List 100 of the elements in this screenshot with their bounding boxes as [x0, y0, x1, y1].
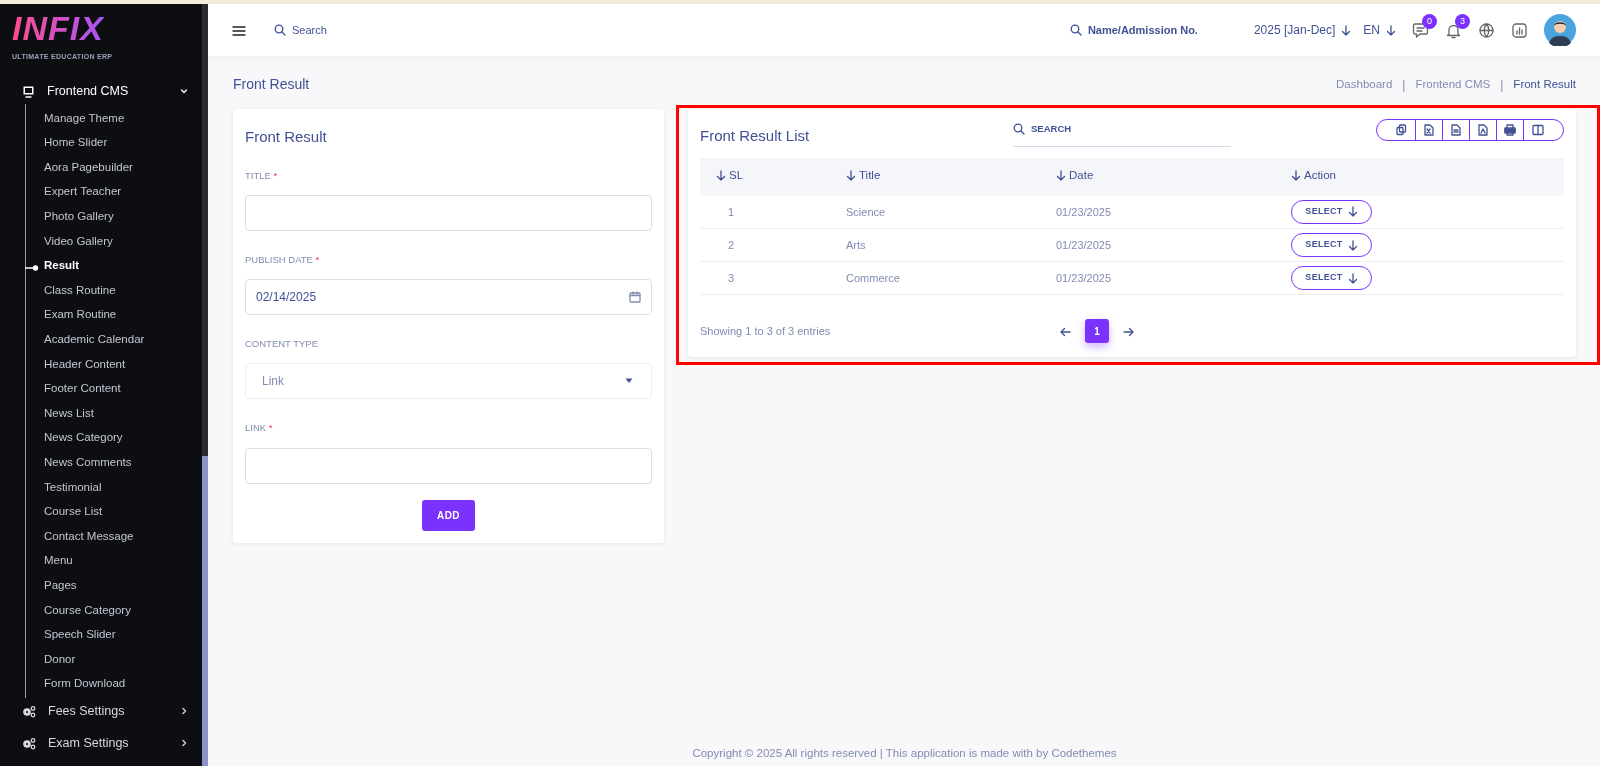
table-search-field[interactable]: SEARCH — [1013, 119, 1231, 148]
sort-arrow-icon — [716, 169, 726, 181]
active-marker-icon — [25, 265, 39, 272]
dropdown-caret-icon — [625, 378, 633, 385]
required-mark: * — [273, 169, 278, 181]
add-button[interactable]: ADD — [422, 499, 475, 531]
sidebar-item[interactable]: Exam Routine — [26, 302, 202, 328]
select-button[interactable]: SELECT — [1291, 233, 1372, 257]
table-info: Showing 1 to 3 of 3 entries — [700, 323, 832, 339]
sidebar-item[interactable]: Pages — [26, 573, 202, 598]
table-cell: Commerce — [846, 271, 900, 284]
chat-icon[interactable] — [1412, 22, 1429, 40]
monitor-icon — [22, 84, 35, 98]
avatar-icon[interactable] — [1544, 14, 1576, 46]
column-header[interactable]: SL — [716, 166, 744, 185]
arrow-left-icon — [1060, 326, 1071, 337]
sidebar-item[interactable]: Contact Message — [26, 524, 202, 549]
sidebar-item[interactable]: Academic Calendar — [26, 327, 202, 352]
text-field[interactable] — [245, 447, 652, 484]
breadcrumb-link[interactable]: Front Result — [1513, 75, 1576, 94]
scrollbar[interactable] — [202, 4, 208, 766]
sidebar-item[interactable]: News Comments — [26, 450, 202, 475]
table-cell: Arts — [846, 238, 866, 251]
chevron-right-icon — [180, 739, 188, 748]
table-cell: 01/23/2025 — [1056, 238, 1112, 251]
page-title: Front Result — [233, 75, 310, 94]
chart-icon[interactable] — [1511, 22, 1528, 40]
sidebar-item[interactable]: Home Slider — [26, 130, 202, 156]
sort-arrow-icon — [1056, 169, 1066, 181]
count-badge: 0 — [1422, 13, 1437, 29]
select-button[interactable]: SELECT — [1291, 199, 1372, 224]
column-header[interactable]: Action — [1291, 166, 1336, 185]
field-value: 02/14/2025 — [256, 289, 317, 306]
page-button[interactable]: 1 — [1085, 319, 1109, 343]
table-cell: Science — [846, 205, 886, 218]
required-mark: * — [315, 253, 320, 265]
field-label: TITLE * — [245, 168, 279, 183]
arrow-down-icon — [1347, 272, 1358, 284]
copy-icon — [1396, 124, 1408, 136]
column-header[interactable]: Date — [1056, 166, 1094, 185]
table-cell: 01/23/2025 — [1056, 271, 1112, 284]
breadcrumb-separator: | — [1402, 76, 1406, 94]
sidebar-item[interactable]: Footer Content — [26, 376, 202, 402]
sidebar-item[interactable]: Class Routine — [26, 278, 202, 303]
arrow-right-icon — [1123, 326, 1134, 337]
text-field[interactable] — [245, 194, 652, 231]
sidebar-item[interactable]: News Category — [26, 425, 202, 451]
sidebar-item[interactable]: Manage Theme — [26, 106, 202, 131]
bell-icon[interactable] — [1445, 22, 1462, 40]
search-field[interactable]: Search — [292, 21, 327, 39]
sidebar-item[interactable]: Aora Pagebuilder — [26, 155, 202, 180]
chevron-down-icon — [180, 87, 188, 95]
sidebar-item[interactable]: News List — [26, 401, 202, 426]
sidebar-item[interactable]: Menu — [26, 548, 202, 574]
sidebar-item[interactable]: Course List — [26, 499, 202, 525]
arrow-down-icon — [1347, 239, 1358, 251]
select-button[interactable]: SELECT — [1291, 266, 1372, 290]
sidebar-item[interactable]: Testimonial — [26, 474, 202, 500]
sidebar-group-item[interactable]: Frontend CMS — [47, 81, 168, 101]
search-icon — [1069, 24, 1082, 36]
language-selector[interactable]: EN — [1363, 21, 1380, 39]
card-title: Front Result — [245, 127, 328, 147]
sort-arrow-icon — [846, 169, 856, 181]
field-value: Link — [262, 373, 284, 391]
field-label: CONTENT TYPE — [245, 337, 320, 351]
student-search-field[interactable]: Name/Admission No. — [1087, 21, 1198, 39]
table-cell: 01/23/2025 — [1056, 205, 1112, 218]
print-icon — [1504, 124, 1516, 136]
session-selector[interactable]: 2025 [Jan-Dec] — [1253, 21, 1336, 39]
sidebar-item[interactable]: Result — [26, 253, 202, 279]
card-title: Front Result List — [700, 126, 811, 146]
gears-icon — [22, 704, 36, 718]
columns-icon — [1531, 124, 1544, 136]
gears-icon — [22, 736, 36, 750]
pdf-file-icon — [1477, 124, 1489, 136]
excel-file-icon — [1423, 124, 1435, 136]
search-icon — [274, 24, 286, 36]
sidebar-item[interactable]: Donor — [26, 647, 202, 672]
date-field[interactable]: 02/14/2025 — [245, 279, 652, 315]
globe-icon[interactable] — [1478, 22, 1495, 40]
field-label: LINK * — [245, 421, 274, 436]
sidebar-item[interactable]: Form Download — [26, 671, 202, 697]
search-icon — [1013, 123, 1025, 136]
required-mark: * — [268, 422, 273, 434]
calendar-icon — [629, 291, 641, 303]
select-field[interactable]: Link — [245, 363, 652, 400]
table-cell-text: 1 — [727, 205, 735, 218]
sidebar-item[interactable]: Header Content — [26, 351, 202, 377]
sidebar-group-item[interactable]: Exam Settings — [48, 733, 168, 753]
footer-text: Copyright © 2025 All rights reserved | This application is made with by Codethemes — [691, 745, 1118, 761]
field-label: PUBLISH DATE * — [245, 252, 321, 267]
sidebar-item[interactable]: Course Category — [26, 597, 202, 623]
sidebar-item[interactable]: Video Gallery — [26, 228, 202, 254]
sidebar-item[interactable]: Photo Gallery — [26, 204, 202, 229]
arrow-down-icon — [1386, 24, 1396, 36]
chevron-right-icon — [180, 707, 188, 716]
sidebar-item[interactable]: Speech Slider — [26, 622, 202, 648]
sidebar-group-item[interactable]: Fees Settings — [48, 701, 168, 721]
column-header[interactable]: Title — [846, 166, 881, 185]
sidebar-item[interactable]: Expert Teacher — [26, 179, 202, 205]
